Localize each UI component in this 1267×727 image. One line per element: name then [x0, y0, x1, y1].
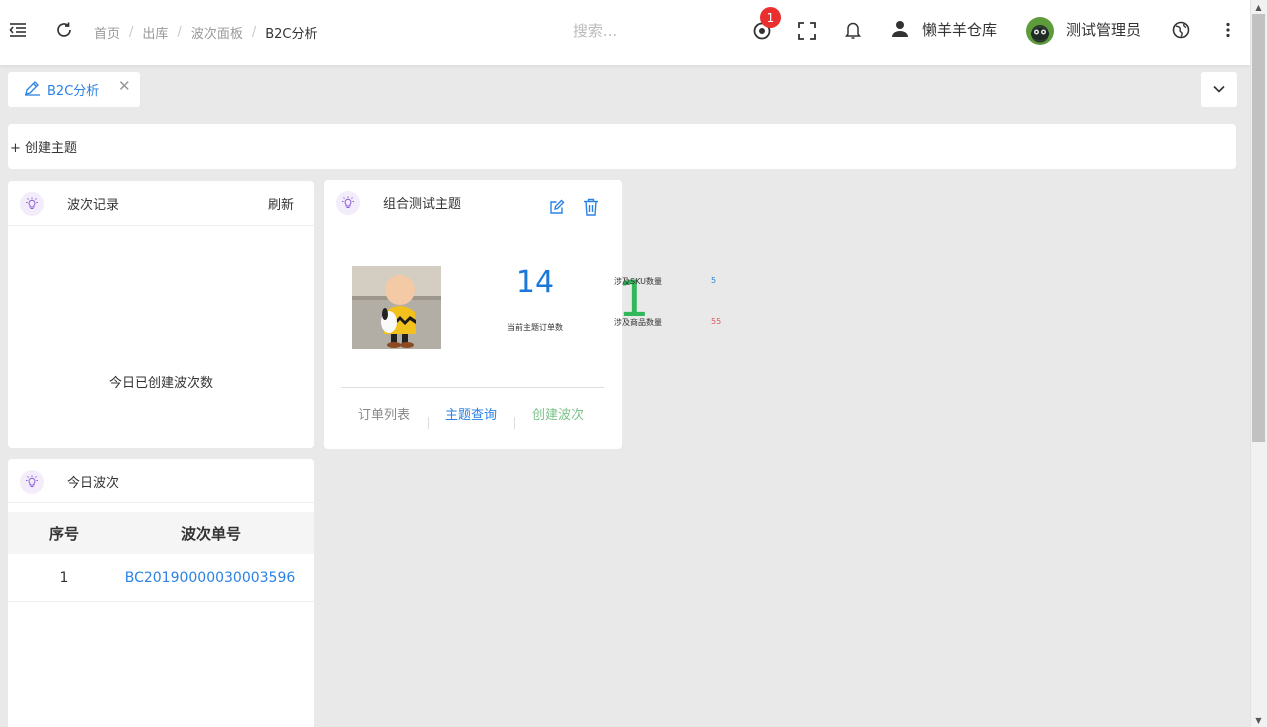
sku-count-value: 5	[711, 276, 717, 285]
top-header: 首页 / 出库 / 波次面板 / B2C分析 1 懒羊羊仓库 测试管理员	[0, 0, 1250, 65]
menu-fold-icon[interactable]	[8, 20, 28, 40]
create-topic-button[interactable]: + 创建主题	[10, 137, 77, 156]
search-input[interactable]	[540, 18, 650, 44]
close-icon[interactable]: ✕	[118, 77, 131, 95]
order-count: 14	[515, 265, 555, 300]
row-index: 1	[59, 569, 69, 586]
topic-query-button[interactable]: 主题查询	[443, 403, 499, 428]
globe-icon[interactable]	[1171, 20, 1191, 40]
username[interactable]: 测试管理员	[1066, 19, 1141, 40]
more-vertical-icon[interactable]	[1218, 20, 1238, 40]
topic-card: 组合测试主题 14 当前主题订单数 涉及SKU数量 5 涉及商品数量 55 订单…	[324, 180, 721, 449]
product-count-label: 涉及商品数量	[614, 318, 662, 327]
product-count-value: 55	[711, 317, 722, 326]
order-count-label: 当前主题订单数	[507, 323, 563, 332]
sku-count-label: 涉及SKU数量	[614, 277, 662, 286]
tab-b2c-analysis[interactable]: B2C分析 ✕	[8, 72, 140, 107]
column-header-index: 序号	[48, 524, 79, 543]
order-list-button[interactable]: 订单列表	[356, 403, 412, 428]
card-header: 组合测试主题	[324, 180, 622, 225]
avatar[interactable]	[1026, 17, 1054, 45]
column-header-wave-no: 波次单号	[180, 524, 241, 543]
breadcrumb-item-outbound[interactable]: 出库	[142, 23, 168, 42]
breadcrumb-item-home[interactable]: 首页	[94, 23, 120, 42]
scrollbar-thumb[interactable]	[1252, 14, 1265, 442]
wave-count-label: 今日已创建波次数	[108, 376, 213, 391]
breadcrumb: 首页 / 出库 / 波次面板 / B2C分析	[94, 23, 318, 42]
table-header: 序号 波次单号	[8, 512, 314, 554]
tab-dropdown-button[interactable]	[1201, 72, 1237, 107]
breadcrumb-separator: /	[251, 25, 257, 40]
breadcrumb-separator: /	[177, 25, 182, 40]
action-separator	[428, 417, 429, 429]
lightbulb-icon	[20, 192, 44, 216]
trash-icon[interactable]	[583, 198, 599, 216]
scroll-down-icon[interactable]: ▼	[1250, 713, 1267, 727]
bell-icon[interactable]	[843, 20, 863, 40]
refresh-icon[interactable]	[54, 20, 74, 40]
breadcrumb-separator: /	[129, 25, 134, 40]
card-header: 波次记录 刷新	[8, 181, 314, 226]
divider	[341, 387, 604, 388]
action-separator	[514, 417, 515, 429]
topic-image	[352, 266, 441, 349]
table-row: 1 BC20190000030003596	[8, 554, 314, 602]
card-title: 波次记录	[67, 198, 120, 213]
pen-icon	[24, 80, 41, 100]
wave-number-link[interactable]: BC20190000030003596	[120, 567, 314, 589]
card-title: 组合测试主题	[383, 197, 462, 212]
breadcrumb-item-current: B2C分析	[265, 27, 318, 42]
warehouse-selector[interactable]: 懒羊羊仓库	[922, 19, 997, 40]
card-header: 今日波次	[8, 459, 314, 503]
lightbulb-icon	[20, 470, 44, 494]
notification-badge: 1	[760, 7, 781, 28]
user-icon[interactable]	[890, 19, 910, 39]
edit-icon[interactable]	[549, 199, 565, 215]
scroll-up-icon[interactable]: ▲	[1250, 0, 1267, 14]
card-title: 今日波次	[67, 476, 120, 491]
lightbulb-icon	[336, 191, 360, 215]
refresh-button[interactable]: 刷新	[268, 194, 294, 213]
fullscreen-icon[interactable]	[797, 21, 817, 41]
chevron-down-icon	[1213, 82, 1225, 97]
tab-label: B2C分析	[47, 84, 100, 99]
create-wave-button[interactable]: 创建波次	[530, 403, 586, 428]
today-wave-card: 今日波次 序号 波次单号 1 BC20190000030003596	[8, 459, 314, 727]
breadcrumb-item-wave-panel[interactable]: 波次面板	[191, 23, 243, 42]
create-topic-bar: + 创建主题	[8, 124, 1236, 169]
